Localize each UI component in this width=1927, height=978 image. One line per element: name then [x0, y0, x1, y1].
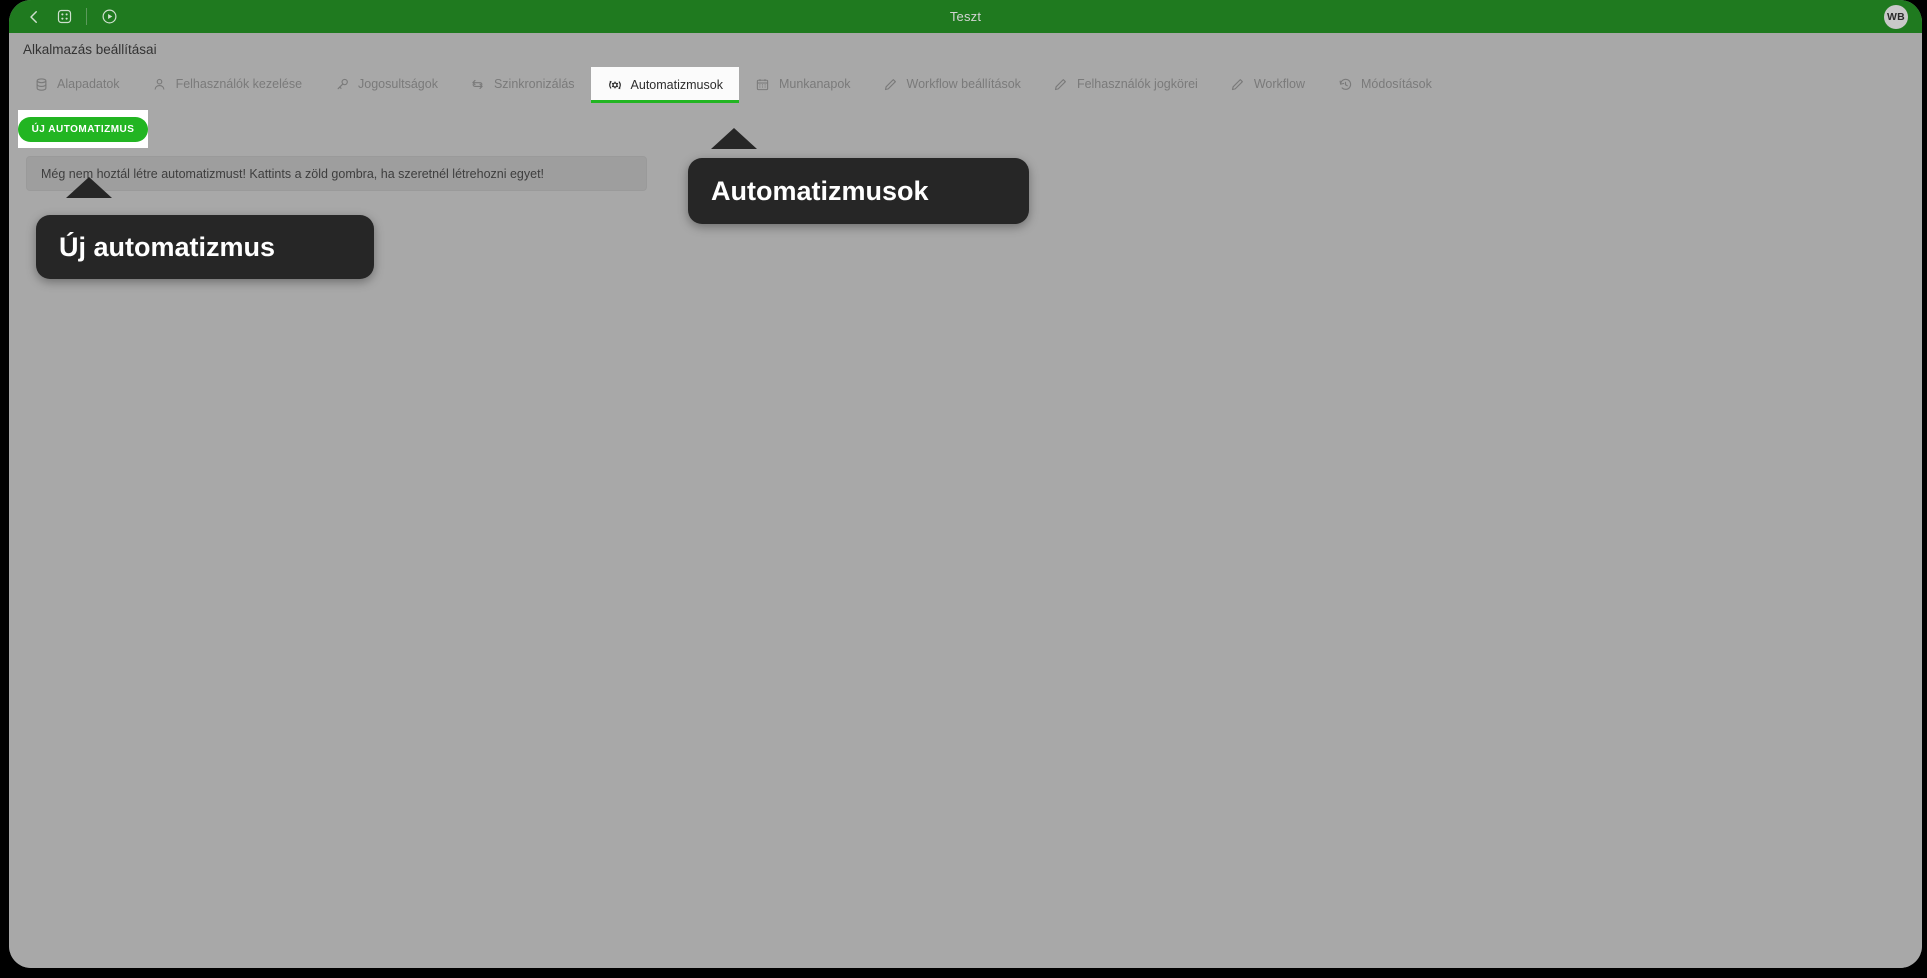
sync-icon: [470, 76, 486, 92]
tooltip-automations-arrow: [711, 128, 757, 149]
apps-grid-icon[interactable]: [49, 2, 79, 32]
tab-label: Módosítások: [1361, 77, 1432, 91]
play-circle-icon[interactable]: [94, 2, 124, 32]
top-bar: Teszt WB: [9, 0, 1922, 33]
tooltip-new-automation: Új automatizmus: [36, 215, 374, 279]
tab-label: Jogosultságok: [358, 77, 438, 91]
tab-jogosultsagok[interactable]: Jogosultságok: [318, 65, 454, 103]
tab-felhasznalok-jogkorei[interactable]: Felhasználók jogkörei: [1037, 65, 1214, 103]
tooltip-automations-tab: Automatizmusok: [688, 158, 1029, 224]
tab-workflow-beallitasok[interactable]: Workflow beállítások: [867, 65, 1037, 103]
tab-felhasznalok-kezelese[interactable]: Felhasználók kezelése: [136, 65, 318, 103]
automation-icon: [607, 77, 623, 93]
avatar[interactable]: WB: [1884, 4, 1908, 29]
tab-label: Munkanapok: [778, 77, 851, 91]
user-icon: [152, 76, 168, 92]
tab-label: Felhasználók jogkörei: [1076, 77, 1198, 91]
database-icon: [33, 76, 49, 92]
tab-label: Workflow: [1253, 77, 1306, 91]
tab-label: Szinkronizálás: [493, 77, 575, 91]
settings-tab-bar: Alapadatok Felhasználók kezelése Jogosul…: [9, 65, 1922, 103]
pencil-icon: [1053, 76, 1069, 92]
tab-label: Felhasználók kezelése: [175, 77, 303, 91]
tab-label: Alapadatok: [57, 77, 120, 91]
pencil-icon: [1230, 76, 1246, 92]
tab-workflow[interactable]: Workflow: [1214, 65, 1321, 103]
calendar-icon: [755, 76, 771, 92]
tab-automatizmusok[interactable]: Automatizmusok: [590, 67, 740, 103]
page-title: Alkalmazás beállításai: [9, 33, 1922, 65]
empty-state-message: Még nem hoztál létre automatizmust! Katt…: [26, 156, 647, 191]
back-icon[interactable]: [19, 2, 49, 32]
pencil-icon: [883, 76, 899, 92]
tab-label: Automatizmusok: [630, 78, 723, 92]
application-window: Teszt WB Alkalmazás beállításai Alapadat…: [9, 0, 1922, 968]
new-automation-highlight: ÚJ AUTOMATIZMUS: [17, 110, 149, 148]
window-title: Teszt: [949, 9, 982, 24]
tab-munkanapok[interactable]: Munkanapok: [739, 65, 867, 103]
history-icon: [1337, 76, 1353, 92]
tab-alapadatok[interactable]: Alapadatok: [17, 65, 136, 103]
tab-label: Workflow beállítások: [906, 77, 1021, 91]
key-icon: [334, 76, 350, 92]
tab-szinkronizalas[interactable]: Szinkronizálás: [454, 65, 591, 103]
toolbar-divider: [86, 8, 87, 25]
tooltip-new-automation-arrow: [66, 177, 112, 198]
new-automation-button[interactable]: ÚJ AUTOMATIZMUS: [17, 116, 149, 142]
tab-modositasok[interactable]: Módosítások: [1321, 65, 1448, 103]
